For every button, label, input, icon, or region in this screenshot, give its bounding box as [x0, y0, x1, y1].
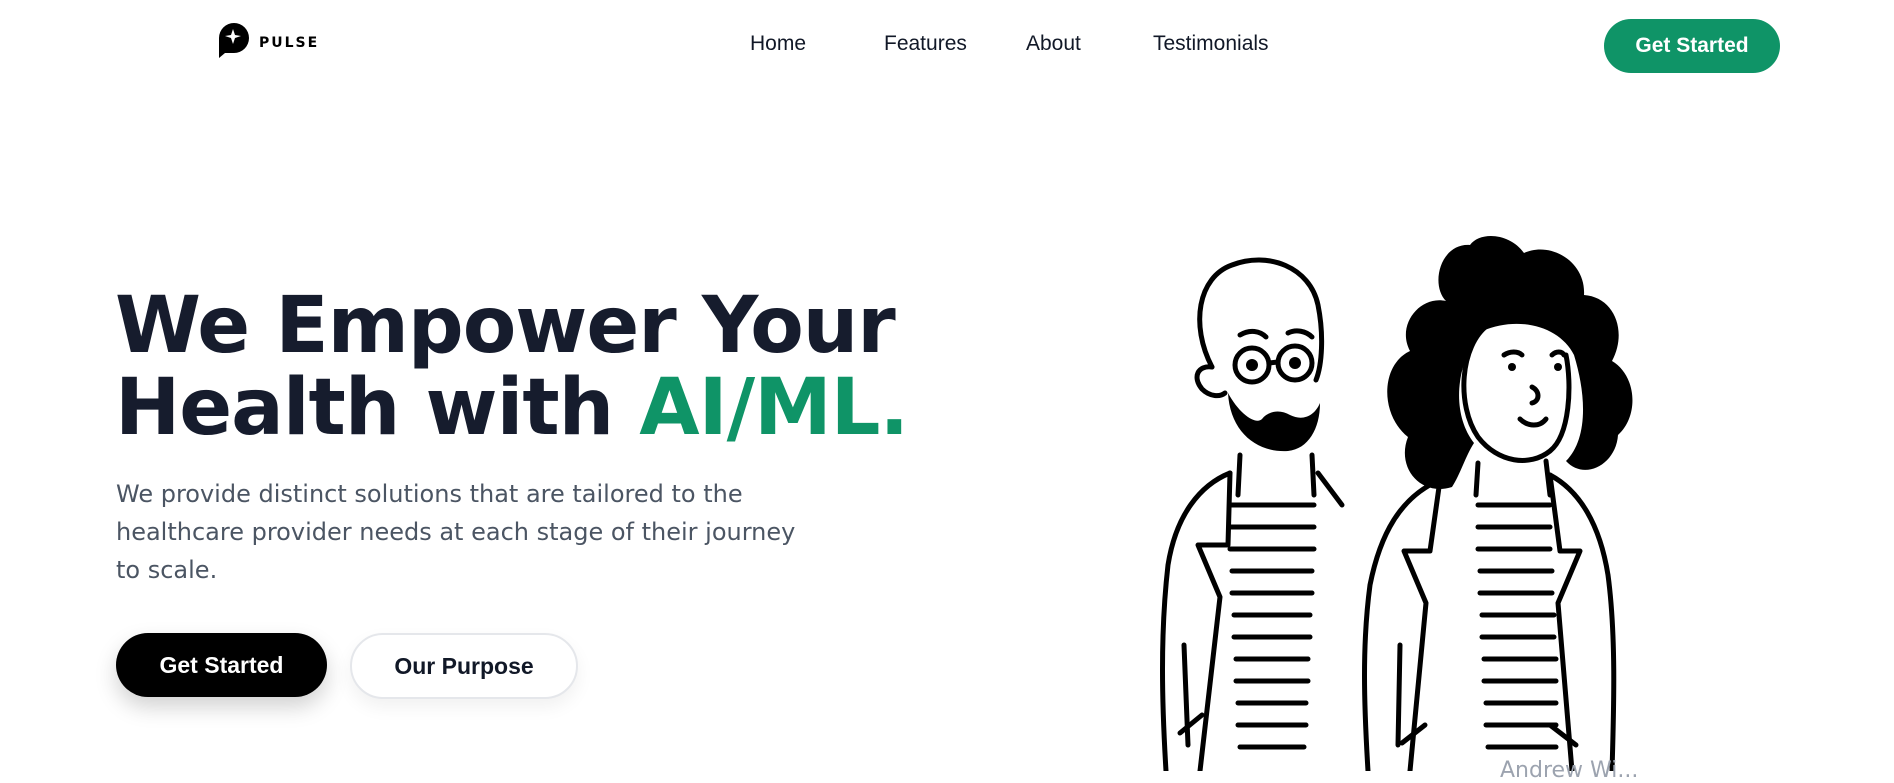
nav-link-about[interactable]: About: [1026, 32, 1081, 56]
hero-title-line1: We Empower Your: [115, 281, 896, 371]
hero-title: We Empower Your Health with AI/ML.: [115, 285, 909, 449]
nav-link-features[interactable]: Features: [884, 32, 967, 56]
our-purpose-button[interactable]: Our Purpose: [350, 633, 578, 699]
hero-illustration: [1160, 235, 1633, 771]
hero-description: We provide distinct solutions that are t…: [116, 480, 796, 584]
hero-title-line2: Health with: [115, 363, 640, 453]
nav-get-started-button[interactable]: Get Started: [1604, 19, 1780, 73]
hero-title-accent: AI/ML.: [639, 363, 909, 453]
get-started-button[interactable]: Get Started: [116, 633, 327, 697]
nav-link-home[interactable]: Home: [750, 32, 806, 56]
logo-icon: [219, 23, 249, 58]
top-nav: PULSE Home Features About Testimonials G…: [0, 0, 1894, 95]
brand-logo[interactable]: PULSE: [213, 20, 319, 60]
brand-name: PULSE: [259, 35, 320, 51]
nav-link-testimonials[interactable]: Testimonials: [1153, 32, 1269, 56]
